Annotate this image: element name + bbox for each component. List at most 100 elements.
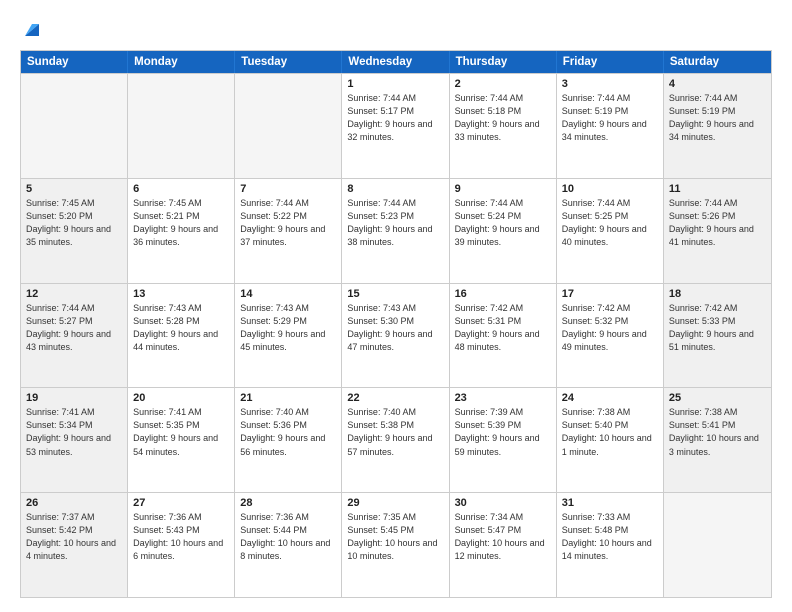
- day-number: 4: [669, 78, 766, 90]
- cell-info: Sunrise: 7:41 AM Sunset: 5:34 PM Dayligh…: [26, 406, 122, 458]
- cal-cell-4-3: 29 Sunrise: 7:35 AM Sunset: 5:45 PM Dayli…: [342, 493, 449, 597]
- cal-cell-1-1: 6 Sunrise: 7:45 AM Sunset: 5:21 PM Daylig…: [128, 179, 235, 283]
- cell-info: Sunrise: 7:44 AM Sunset: 5:26 PM Dayligh…: [669, 197, 766, 249]
- cal-cell-2-6: 18Sunrise: 7:42 AM Sunset: 5:33 PM Dayli…: [664, 284, 771, 388]
- cell-info: Sunrise: 7:40 AM Sunset: 5:38 PM Dayligh…: [347, 406, 443, 458]
- day-number: 11: [669, 183, 766, 195]
- cell-info: Sunrise: 7:38 AM Sunset: 5:40 PM Dayligh…: [562, 406, 658, 458]
- day-number: 2: [455, 78, 551, 90]
- day-number: 31: [562, 497, 658, 509]
- cell-info: Sunrise: 7:44 AM Sunset: 5:19 PM Dayligh…: [669, 92, 766, 144]
- cal-cell-3-4: 23 Sunrise: 7:39 AM Sunset: 5:39 PM Dayli…: [450, 388, 557, 492]
- cal-cell-3-6: 25 Sunrise: 7:38 AM Sunset: 5:41 PM Dayli…: [664, 388, 771, 492]
- cal-row-4: 26 Sunrise: 7:37 AM Sunset: 5:42 PM Dayli…: [21, 492, 771, 597]
- day-number: 5: [26, 183, 122, 195]
- day-number: 6: [133, 183, 229, 195]
- cal-header-monday: Monday: [128, 51, 235, 73]
- cell-info: Sunrise: 7:43 AM Sunset: 5:30 PM Dayligh…: [347, 302, 443, 354]
- cal-cell-0-3: 1Sunrise: 7:44 AM Sunset: 5:17 PM Daylig…: [342, 74, 449, 178]
- day-number: 26: [26, 497, 122, 509]
- cal-cell-0-0: [21, 74, 128, 178]
- cal-cell-3-5: 24 Sunrise: 7:38 AM Sunset: 5:40 PM Dayli…: [557, 388, 664, 492]
- cal-header-tuesday: Tuesday: [235, 51, 342, 73]
- cell-info: Sunrise: 7:44 AM Sunset: 5:23 PM Dayligh…: [347, 197, 443, 249]
- logo: [20, 18, 43, 40]
- cell-info: Sunrise: 7:34 AM Sunset: 5:47 PM Dayligh…: [455, 511, 551, 563]
- cell-info: Sunrise: 7:42 AM Sunset: 5:31 PM Dayligh…: [455, 302, 551, 354]
- cell-info: Sunrise: 7:43 AM Sunset: 5:29 PM Dayligh…: [240, 302, 336, 354]
- cal-cell-0-2: [235, 74, 342, 178]
- cal-cell-1-3: 8 Sunrise: 7:44 AM Sunset: 5:23 PM Daylig…: [342, 179, 449, 283]
- cal-row-2: 12 Sunrise: 7:44 AM Sunset: 5:27 PM Dayli…: [21, 283, 771, 388]
- day-number: 13: [133, 288, 229, 300]
- cell-info: Sunrise: 7:35 AM Sunset: 5:45 PM Dayligh…: [347, 511, 443, 563]
- cal-cell-4-2: 28 Sunrise: 7:36 AM Sunset: 5:44 PM Dayli…: [235, 493, 342, 597]
- day-number: 27: [133, 497, 229, 509]
- day-number: 9: [455, 183, 551, 195]
- cell-info: Sunrise: 7:42 AM Sunset: 5:32 PM Dayligh…: [562, 302, 658, 354]
- cell-info: Sunrise: 7:38 AM Sunset: 5:41 PM Dayligh…: [669, 406, 766, 458]
- cal-header-wednesday: Wednesday: [342, 51, 449, 73]
- cal-cell-3-3: 22 Sunrise: 7:40 AM Sunset: 5:38 PM Dayli…: [342, 388, 449, 492]
- day-number: 30: [455, 497, 551, 509]
- cal-row-1: 5 Sunrise: 7:45 AM Sunset: 5:20 PM Daylig…: [21, 178, 771, 283]
- cell-info: Sunrise: 7:37 AM Sunset: 5:42 PM Dayligh…: [26, 511, 122, 563]
- day-number: 25: [669, 392, 766, 404]
- cell-info: Sunrise: 7:45 AM Sunset: 5:21 PM Dayligh…: [133, 197, 229, 249]
- cell-info: Sunrise: 7:45 AM Sunset: 5:20 PM Dayligh…: [26, 197, 122, 249]
- cal-cell-0-6: 4 Sunrise: 7:44 AM Sunset: 5:19 PM Daylig…: [664, 74, 771, 178]
- day-number: 21: [240, 392, 336, 404]
- cal-cell-1-5: 10 Sunrise: 7:44 AM Sunset: 5:25 PM Dayli…: [557, 179, 664, 283]
- cal-cell-1-4: 9 Sunrise: 7:44 AM Sunset: 5:24 PM Daylig…: [450, 179, 557, 283]
- cell-info: Sunrise: 7:33 AM Sunset: 5:48 PM Dayligh…: [562, 511, 658, 563]
- cell-info: Sunrise: 7:44 AM Sunset: 5:18 PM Dayligh…: [455, 92, 551, 144]
- cal-cell-2-2: 14 Sunrise: 7:43 AM Sunset: 5:29 PM Dayli…: [235, 284, 342, 388]
- day-number: 19: [26, 392, 122, 404]
- day-number: 28: [240, 497, 336, 509]
- cell-info: Sunrise: 7:44 AM Sunset: 5:27 PM Dayligh…: [26, 302, 122, 354]
- cell-info: Sunrise: 7:44 AM Sunset: 5:19 PM Dayligh…: [562, 92, 658, 144]
- cell-info: Sunrise: 7:44 AM Sunset: 5:24 PM Dayligh…: [455, 197, 551, 249]
- cal-cell-0-1: [128, 74, 235, 178]
- cell-info: Sunrise: 7:39 AM Sunset: 5:39 PM Dayligh…: [455, 406, 551, 458]
- cal-cell-2-3: 15 Sunrise: 7:43 AM Sunset: 5:30 PM Dayli…: [342, 284, 449, 388]
- day-number: 23: [455, 392, 551, 404]
- cal-cell-4-0: 26 Sunrise: 7:37 AM Sunset: 5:42 PM Dayli…: [21, 493, 128, 597]
- cal-row-0: 1Sunrise: 7:44 AM Sunset: 5:17 PM Daylig…: [21, 73, 771, 178]
- day-number: 10: [562, 183, 658, 195]
- cal-cell-3-2: 21 Sunrise: 7:40 AM Sunset: 5:36 PM Dayli…: [235, 388, 342, 492]
- day-number: 17: [562, 288, 658, 300]
- cal-row-3: 19 Sunrise: 7:41 AM Sunset: 5:34 PM Dayli…: [21, 387, 771, 492]
- cell-info: Sunrise: 7:36 AM Sunset: 5:44 PM Dayligh…: [240, 511, 336, 563]
- cell-info: Sunrise: 7:43 AM Sunset: 5:28 PM Dayligh…: [133, 302, 229, 354]
- cell-info: Sunrise: 7:44 AM Sunset: 5:22 PM Dayligh…: [240, 197, 336, 249]
- cal-cell-0-4: 2 Sunrise: 7:44 AM Sunset: 5:18 PM Daylig…: [450, 74, 557, 178]
- cell-info: Sunrise: 7:44 AM Sunset: 5:17 PM Dayligh…: [347, 92, 443, 144]
- cal-cell-4-6: [664, 493, 771, 597]
- day-number: 12: [26, 288, 122, 300]
- day-number: 14: [240, 288, 336, 300]
- cal-header-thursday: Thursday: [450, 51, 557, 73]
- cal-cell-1-0: 5 Sunrise: 7:45 AM Sunset: 5:20 PM Daylig…: [21, 179, 128, 283]
- cell-info: Sunrise: 7:40 AM Sunset: 5:36 PM Dayligh…: [240, 406, 336, 458]
- calendar-header: SundayMondayTuesdayWednesdayThursdayFrid…: [21, 51, 771, 73]
- cal-cell-4-5: 31 Sunrise: 7:33 AM Sunset: 5:48 PM Dayli…: [557, 493, 664, 597]
- day-number: 22: [347, 392, 443, 404]
- day-number: 8: [347, 183, 443, 195]
- cell-info: Sunrise: 7:36 AM Sunset: 5:43 PM Dayligh…: [133, 511, 229, 563]
- page: SundayMondayTuesdayWednesdayThursdayFrid…: [0, 0, 792, 612]
- cal-header-sunday: Sunday: [21, 51, 128, 73]
- day-number: 20: [133, 392, 229, 404]
- cal-header-friday: Friday: [557, 51, 664, 73]
- day-number: 29: [347, 497, 443, 509]
- cal-cell-2-4: 16Sunrise: 7:42 AM Sunset: 5:31 PM Dayli…: [450, 284, 557, 388]
- day-number: 24: [562, 392, 658, 404]
- calendar-body: 1Sunrise: 7:44 AM Sunset: 5:17 PM Daylig…: [21, 73, 771, 597]
- cal-cell-3-0: 19 Sunrise: 7:41 AM Sunset: 5:34 PM Dayli…: [21, 388, 128, 492]
- day-number: 15: [347, 288, 443, 300]
- cal-cell-1-6: 11 Sunrise: 7:44 AM Sunset: 5:26 PM Dayli…: [664, 179, 771, 283]
- header: [20, 18, 772, 40]
- cal-cell-0-5: 3Sunrise: 7:44 AM Sunset: 5:19 PM Daylig…: [557, 74, 664, 178]
- cell-info: Sunrise: 7:44 AM Sunset: 5:25 PM Dayligh…: [562, 197, 658, 249]
- cal-cell-2-1: 13 Sunrise: 7:43 AM Sunset: 5:28 PM Dayli…: [128, 284, 235, 388]
